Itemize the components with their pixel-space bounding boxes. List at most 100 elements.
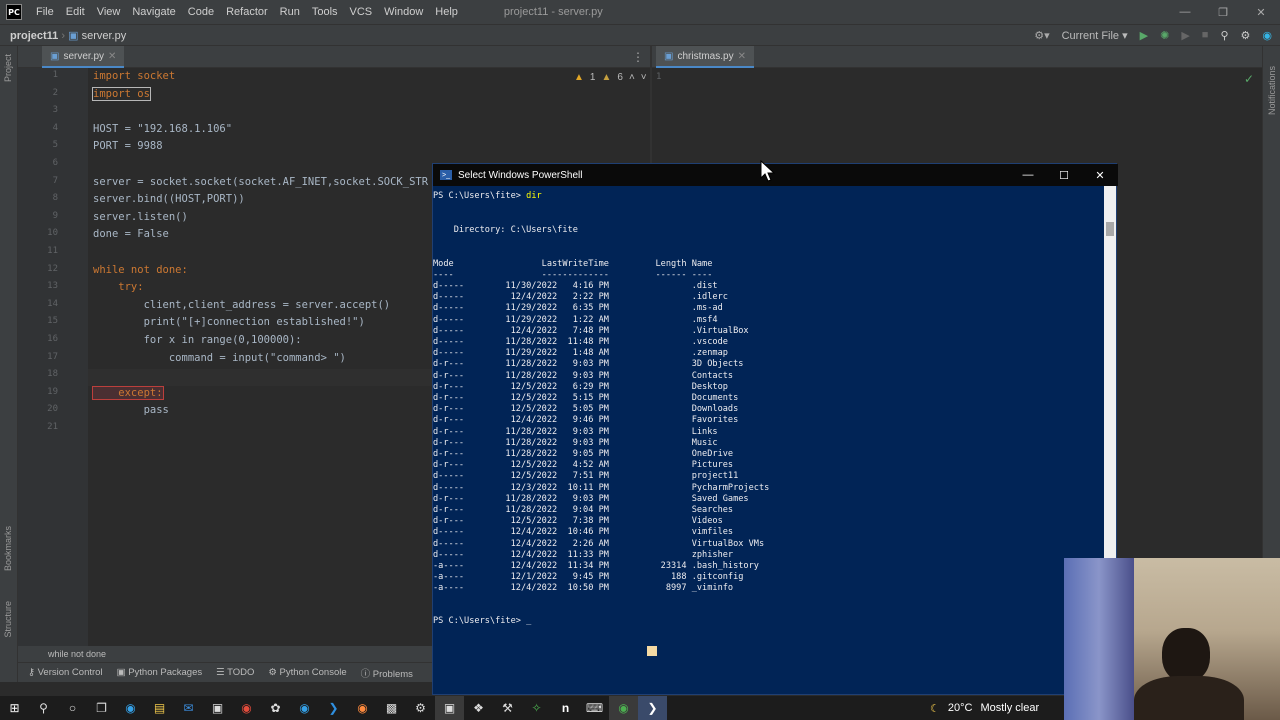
menu-help[interactable]: Help [429, 6, 464, 18]
jetbrains-icon[interactable]: ◉ [1262, 29, 1272, 42]
line-number: 20 [47, 404, 58, 415]
stop-icon[interactable]: ■ [1202, 29, 1209, 41]
console-line: d-r--- 12/5/2022 7:38 PM Videos [433, 516, 723, 527]
project-tool-tab[interactable]: Project [3, 54, 13, 82]
python-packages-tool[interactable]: ▣ Python Packages [117, 667, 203, 678]
todo-tool[interactable]: ☰ TODO [216, 667, 254, 678]
console-prompt-line: PS C:\Users\fite> dir [433, 191, 542, 201]
more-options-icon[interactable]: ⋮ [632, 50, 644, 64]
run-toolbar: ⚙▾ Current File ▾ ▶ ✺ ▶ ■ ⚲ ⚙ ◉ [1034, 29, 1272, 42]
debug-icon[interactable]: ✺ [1160, 29, 1169, 42]
console-line: d-r--- 11/28/2022 9:04 PM Searches [433, 505, 734, 515]
vscode-icon[interactable]: ❯ [319, 696, 348, 720]
line-number-gutter: 1 2 3 4 5 6 7 8 9 10 11 12 13 14 15 16 17 18 19 20 21 [18, 68, 88, 646]
version-control-tool[interactable]: ⚷ Version Control [28, 667, 103, 678]
close-tab-icon[interactable]: ✕ [108, 51, 116, 62]
console-line: ---- ------------- ------ ---- [433, 270, 713, 280]
task-view-icon[interactable]: ❐ [87, 696, 116, 720]
terminal-icon[interactable]: ▩ [377, 696, 406, 720]
chevron-up-icon[interactable]: ˄ [629, 72, 635, 83]
scroll-thumb[interactable] [1106, 222, 1114, 236]
code-line: server = socket.socket(socket.AF_INET,so… [93, 175, 429, 188]
powershell-title: Select Windows PowerShell [458, 169, 583, 181]
menu-navigate[interactable]: Navigate [126, 6, 181, 18]
structure-tool-tab[interactable]: Structure [3, 601, 13, 638]
menu-view[interactable]: View [91, 6, 127, 18]
close-tab-icon[interactable]: ✕ [738, 51, 746, 62]
settings-icon[interactable]: ⚙ [1241, 29, 1251, 42]
n-app-icon[interactable]: n [551, 696, 580, 720]
line-number: 8 [52, 193, 58, 204]
menu-bar: File Edit View Navigate Code Refactor Ru… [30, 6, 464, 18]
file-explorer-icon[interactable]: ▤ [145, 696, 174, 720]
menu-window[interactable]: Window [378, 6, 429, 18]
bookmarks-tool-tab[interactable]: Bookmarks [3, 526, 13, 571]
python-console-tool[interactable]: ⚙ Python Console [268, 667, 346, 678]
menu-refactor[interactable]: Refactor [220, 6, 274, 18]
run-icon[interactable]: ▶ [1140, 29, 1148, 42]
menu-file[interactable]: File [30, 6, 60, 18]
search-icon[interactable]: ⚲ [1220, 29, 1228, 42]
pycharm-logo-icon: PC [6, 4, 22, 20]
keyboard-icon[interactable]: ⌨ [580, 696, 609, 720]
console-line: d----- 12/5/2022 7:51 PM project11 [433, 471, 739, 482]
edge-icon[interactable]: ◉ [116, 696, 145, 720]
weather-temp: 20°C [947, 702, 973, 714]
user-icon[interactable]: ⚙▾ [1034, 29, 1049, 42]
windows-start-icon[interactable]: ⊞ [0, 696, 29, 720]
coverage-icon[interactable]: ▶ [1181, 29, 1189, 42]
code-line: client,client_address = server.accept() [93, 298, 391, 311]
settings-icon[interactable]: ⚙ [406, 696, 435, 720]
tool-icon[interactable]: ⚒ [493, 696, 522, 720]
check-icon: ✓ [1243, 72, 1254, 86]
tab-christmas-py[interactable]: ▣ christmas.py ✕ [656, 46, 754, 68]
maximize-icon[interactable]: ☐ [1046, 164, 1082, 186]
mail-icon[interactable]: ✉ [174, 696, 203, 720]
inspection-widget[interactable]: ▲ 1 ▲ 6 ˄ ˅ [574, 72, 647, 83]
menu-vcs[interactable]: VCS [344, 6, 379, 18]
chrome-icon[interactable]: ◉ [232, 696, 261, 720]
app-green-icon[interactable]: ✧ [522, 696, 551, 720]
close-icon[interactable]: ✕ [1082, 164, 1118, 186]
chrome-green-icon[interactable]: ◉ [609, 696, 638, 720]
browser-icon[interactable]: ◉ [290, 696, 319, 720]
console-line: d----- 11/29/2022 1:48 AM .zenmap [433, 348, 728, 359]
notifications-tool-tab[interactable]: Notifications [1267, 66, 1277, 115]
console-line: d-r--- 12/5/2022 5:15 PM Documents [433, 393, 739, 403]
minimize-icon[interactable]: — [1166, 0, 1204, 24]
breadcrumb-project[interactable]: project11 [10, 30, 58, 42]
app-icon[interactable]: ✿ [261, 696, 290, 720]
problems-tool[interactable]: ⓘ Problems [361, 666, 413, 680]
cortana-icon[interactable]: ○ [58, 696, 87, 720]
close-icon[interactable]: ✕ [1242, 0, 1280, 24]
warning-icon: ▲ [574, 72, 584, 83]
powershell-taskbar-icon[interactable]: ❯ [638, 696, 667, 720]
line-number: 19 [47, 386, 58, 397]
menu-run[interactable]: Run [274, 6, 306, 18]
menu-tools[interactable]: Tools [306, 6, 344, 18]
minimize-icon[interactable]: — [1010, 164, 1046, 186]
powershell-window[interactable]: >_ Select Windows PowerShell — ☐ ✕ PS C:… [432, 163, 1118, 695]
code-line: server.bind((HOST,PORT)) [93, 193, 245, 206]
run-config-select[interactable]: Current File ▾ [1062, 29, 1128, 42]
firefox-icon[interactable]: ◉ [348, 696, 377, 720]
breadcrumb-file[interactable]: server.py [82, 30, 127, 42]
virtualbox-icon[interactable]: ❖ [464, 696, 493, 720]
weather-widget[interactable]: ☾ 20°C Mostly clear [930, 696, 1039, 720]
tab-server-py[interactable]: ▣ server.py ✕ [42, 46, 125, 68]
search-icon[interactable]: ⚲ [29, 696, 58, 720]
navigation-bar: project11 › ▣ server.py ⚙▾ Current File … [0, 24, 1280, 46]
console-line: d----- 12/4/2022 10:46 PM vimfiles [433, 527, 734, 538]
maximize-icon[interactable]: ❐ [1204, 0, 1242, 24]
console-line: d----- 11/28/2022 11:48 PM .vscode [433, 337, 728, 347]
console-line: d-r--- 12/5/2022 6:29 PM Desktop [433, 381, 728, 392]
pycharm-taskbar-icon[interactable]: ▣ [435, 696, 464, 720]
menu-edit[interactable]: Edit [60, 6, 91, 18]
menu-code[interactable]: Code [182, 6, 220, 18]
store-icon[interactable]: ▣ [203, 696, 232, 720]
line-number: 1 [52, 70, 58, 80]
console-line: d----- 11/29/2022 6:35 PM .ms-ad [433, 303, 723, 314]
chevron-down-icon[interactable]: ˅ [641, 72, 647, 83]
code-line: except: [92, 385, 164, 400]
line-number: 13 [47, 281, 58, 292]
